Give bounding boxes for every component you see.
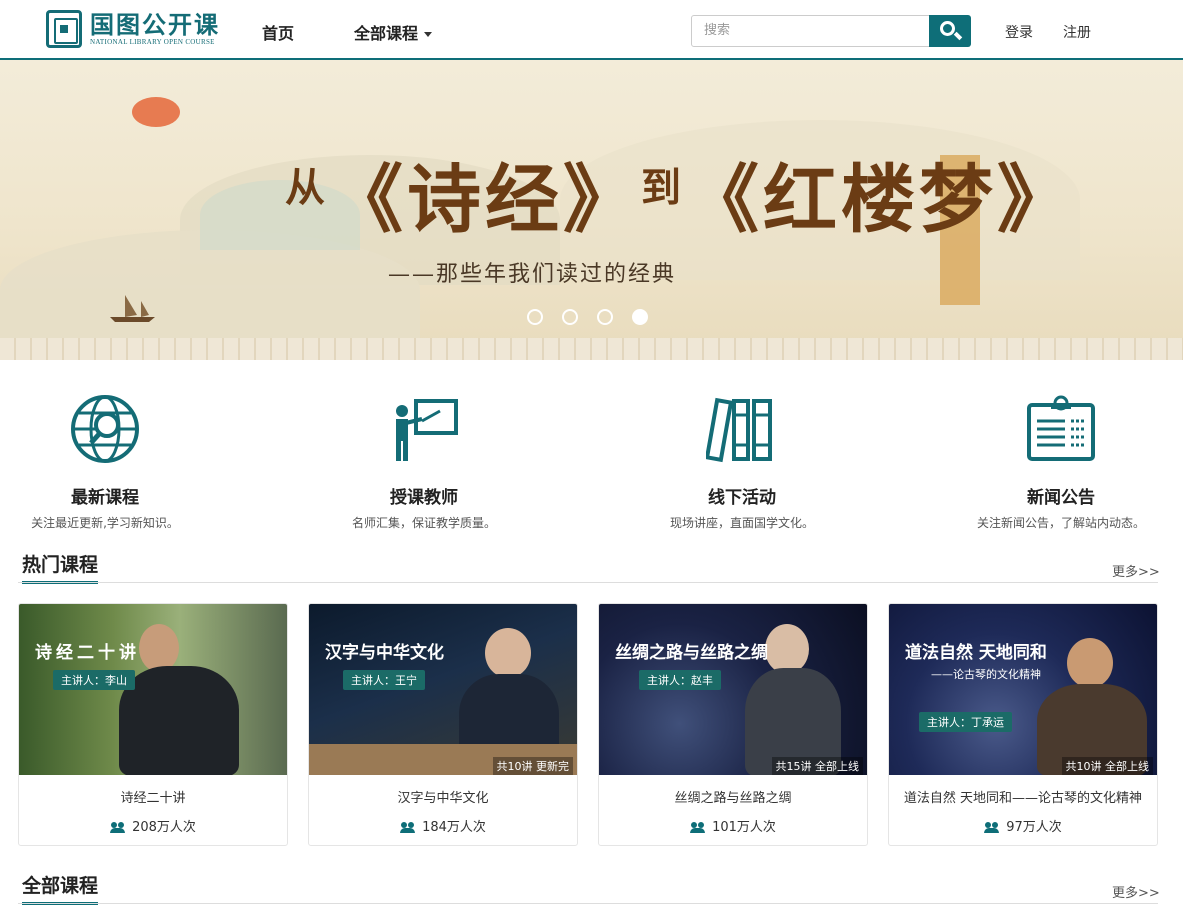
carousel-dot-4[interactable] <box>632 309 648 325</box>
nav-all-courses-label: 全部课程 <box>354 24 419 43</box>
lecturer-tag: 主讲人：丁承运 <box>919 712 1012 732</box>
carousel-dot-3[interactable] <box>597 309 613 325</box>
course-thumbnail[interactable]: 道法自然 天地同和 ——论古琴的文化精神 主讲人：丁承运 共10讲 全部上线 <box>889 604 1157 775</box>
caret-down-icon <box>424 32 433 37</box>
register-link[interactable]: 注册 <box>1063 22 1091 42</box>
feature-title: 最新课程 <box>71 488 139 508</box>
thumbnail-subtitle: ——论古琴的文化精神 <box>931 668 1041 681</box>
cloud-pattern-border <box>0 338 1183 360</box>
thumbnail-title: 丝绸之路与丝路之绸 <box>615 643 768 663</box>
thumbnail-title: 诗经二十讲 <box>35 643 140 663</box>
thumbnail-title: 汉字与中华文化 <box>325 643 444 663</box>
episodes-label: 共15讲 全部上线 <box>771 757 863 775</box>
lecturer-tag: 主讲人：赵丰 <box>639 670 721 690</box>
thumbnail-title: 道法自然 天地同和 <box>905 643 1047 663</box>
course-thumbnail[interactable]: 汉字与中华文化 主讲人：王宁 共10讲 更新完 <box>309 604 577 775</box>
search-button[interactable] <box>929 15 971 47</box>
red-sun-decoration <box>132 97 180 127</box>
episodes-label: 共10讲 全部上线 <box>1061 757 1153 775</box>
section-divider <box>18 903 1158 904</box>
login-link[interactable]: 登录 <box>1005 22 1033 42</box>
course-thumbnail[interactable]: 丝绸之路与丝路之绸 主讲人：赵丰 共15讲 全部上线 <box>599 604 867 775</box>
course-card[interactable]: 诗经二十讲 主讲人：李山 诗经二十讲 208万人次 <box>18 603 288 846</box>
lecturer-tag: 主讲人：李山 <box>53 670 135 690</box>
banner-subtitle: ——那些年我们读过的经典 <box>388 262 677 287</box>
course-name[interactable]: 诗经二十讲 <box>19 787 287 806</box>
users-icon <box>110 822 126 833</box>
feature-title: 新闻公告 <box>1027 488 1095 508</box>
feature-news[interactable]: 新闻公告 关注新闻公告，了解站内动态。 <box>961 395 1161 531</box>
users-icon <box>984 822 1000 833</box>
users-icon <box>690 822 706 833</box>
hero-banner[interactable]: 从《诗经》到《红楼梦》 ——那些年我们读过的经典 <box>0 60 1183 360</box>
course-card[interactable]: 丝绸之路与丝路之绸 主讲人：赵丰 共15讲 全部上线 丝绸之路与丝路之绸 101… <box>598 603 868 846</box>
nav-home-link[interactable]: 首页 <box>262 20 294 44</box>
section-divider <box>18 582 1158 583</box>
users-icon <box>400 822 416 833</box>
sailboat-decoration <box>110 295 155 322</box>
feature-desc: 现场讲座，直面国学文化。 <box>669 516 814 530</box>
course-card[interactable]: 汉字与中华文化 主讲人：王宁 共10讲 更新完 汉字与中华文化 184万人次 <box>308 603 578 846</box>
hot-courses-heading: 热门课程 <box>22 550 99 584</box>
search-input[interactable]: 搜索 <box>691 15 931 47</box>
feature-desc: 关注新闻公告，了解站内动态。 <box>976 516 1145 530</box>
course-views: 97万人次 <box>889 816 1157 835</box>
course-name[interactable]: 汉字与中华文化 <box>309 787 577 806</box>
site-header: 国图公开课 NATIONAL LIBRARY OPEN COURSE 首页 全部… <box>0 0 1183 60</box>
banner-title: 从《诗经》到《红楼梦》 <box>285 157 1075 243</box>
episodes-label: 共10讲 更新完 <box>492 757 573 775</box>
feature-offline-events[interactable]: 线下活动 现场讲座，直面国学文化。 <box>642 395 842 531</box>
clipboard-icon <box>1027 395 1095 461</box>
feature-desc: 关注最近更新,学习新知识。 <box>31 516 179 530</box>
all-courses-more-link[interactable]: 更多>> <box>1112 882 1160 901</box>
course-thumbnail[interactable]: 诗经二十讲 主讲人：李山 <box>19 604 287 775</box>
lecturer-tag: 主讲人：王宁 <box>343 670 425 690</box>
teacher-icon <box>396 399 458 461</box>
carousel-dot-1[interactable] <box>527 309 543 325</box>
feature-latest-courses[interactable]: 最新课程 关注最近更新,学习新知识。 <box>5 395 205 531</box>
library-seal-icon <box>46 10 82 48</box>
feature-title: 授课教师 <box>390 488 458 508</box>
logo-chinese-text: 国图公开课 <box>90 10 220 39</box>
course-views: 208万人次 <box>19 816 287 835</box>
globe-search-icon <box>71 395 139 463</box>
books-icon <box>704 397 772 463</box>
hot-courses-more-link[interactable]: 更多>> <box>1112 561 1160 580</box>
course-name[interactable]: 丝绸之路与丝路之绸 <box>599 787 867 806</box>
carousel-indicators <box>527 309 648 325</box>
nav-all-courses-dropdown[interactable]: 全部课程 <box>354 20 433 44</box>
logo-english-text: NATIONAL LIBRARY OPEN COURSE <box>90 38 215 46</box>
site-logo[interactable]: 国图公开课 NATIONAL LIBRARY OPEN COURSE <box>46 10 220 48</box>
course-views: 184万人次 <box>309 816 577 835</box>
course-card[interactable]: 道法自然 天地同和 ——论古琴的文化精神 主讲人：丁承运 共10讲 全部上线 道… <box>888 603 1158 846</box>
course-views: 101万人次 <box>599 816 867 835</box>
feature-desc: 名师汇集，保证教学质量。 <box>351 516 496 530</box>
all-courses-heading: 全部课程 <box>22 871 99 905</box>
course-name[interactable]: 道法自然 天地同和——论古琴的文化精神 <box>889 787 1157 806</box>
feature-teachers[interactable]: 授课教师 名师汇集，保证教学质量。 <box>324 395 524 531</box>
carousel-dot-2[interactable] <box>562 309 578 325</box>
feature-title: 线下活动 <box>708 488 776 508</box>
